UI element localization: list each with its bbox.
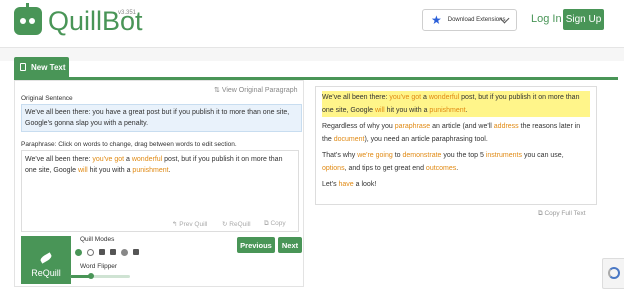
word-flipper-label: Word Flipper xyxy=(80,263,118,270)
prev-quill-label: Prev Quill xyxy=(179,221,208,228)
login-link[interactable]: Log In xyxy=(531,13,562,25)
lock-icon xyxy=(110,249,116,255)
new-text-tab[interactable]: New Text xyxy=(14,57,69,77)
output-paragraph: Regardless of why you paraphrase an arti… xyxy=(322,120,590,146)
original-sentence-label: Original Sentence xyxy=(21,95,73,102)
prev-quill-button[interactable]: ↰ Prev Quill xyxy=(172,220,207,228)
download-extensions-label: Download Extensions xyxy=(447,17,506,23)
copy-button[interactable]: ⧉ Copy xyxy=(264,220,286,228)
paraphrase-text: We've all been there: xyxy=(25,156,93,163)
copy-label: Copy xyxy=(270,220,286,227)
output-text: ), you need an article paraphrasing tool… xyxy=(364,136,488,143)
output-text: That's why xyxy=(322,152,358,159)
changed-word[interactable]: will xyxy=(78,167,88,174)
requill-button[interactable]: ReQuill xyxy=(21,236,71,284)
mode-standard-radio[interactable] xyxy=(75,249,82,256)
view-original-label: View Original Paragraph xyxy=(221,87,298,94)
output-text: . xyxy=(456,165,459,172)
changed-word[interactable]: demonstrate xyxy=(403,152,442,159)
swap-icon: ⇅ xyxy=(214,87,222,94)
lock-icon xyxy=(99,249,105,255)
changed-word[interactable]: wonderful xyxy=(132,156,162,163)
changed-word[interactable]: wonderful xyxy=(429,94,459,101)
quill-modes-label: Quill Modes xyxy=(80,236,115,243)
copy-full-text-button[interactable]: ⧉ Copy Full Text xyxy=(538,210,586,218)
changed-word[interactable]: options xyxy=(322,165,345,172)
changed-word[interactable]: outcomes xyxy=(426,165,456,172)
requill-tool-button[interactable]: ↻ ReQuill xyxy=(222,220,251,228)
output-paragraph: That's why we're going to demonstrate yo… xyxy=(322,149,590,175)
word-flipper-knob[interactable] xyxy=(88,273,94,279)
version-label: v3.351 xyxy=(118,10,137,16)
view-original-paragraph-link[interactable]: ⇅ View Original Paragraph xyxy=(214,86,298,94)
changed-word[interactable]: we're going xyxy=(357,152,393,159)
signup-button[interactable]: Sign Up xyxy=(563,9,604,30)
document-icon xyxy=(20,63,26,71)
output-text: you can use, xyxy=(522,152,564,159)
feather-icon xyxy=(39,252,53,264)
paraphrase-text: hit you with a xyxy=(87,167,133,174)
recaptcha-badge-icon[interactable] xyxy=(602,258,624,289)
original-sentence-box: We've all been there: you have a great p… xyxy=(21,104,302,132)
output-text: a xyxy=(421,94,429,101)
output-paragraph: Let's have a look! xyxy=(322,178,590,191)
new-text-label: New Text xyxy=(31,62,66,72)
output-full-text-panel[interactable]: We've all been there: you've got a wonde… xyxy=(315,86,597,205)
changed-word[interactable]: punishment xyxy=(132,167,168,174)
output-text: We've all been there: xyxy=(322,94,390,101)
paraphrase-output-box[interactable]: We've all been there: you've got a wonde… xyxy=(21,150,299,232)
paraphrase-text: a xyxy=(124,156,132,163)
changed-word[interactable]: you've got xyxy=(389,94,421,101)
mode-fluency-radio[interactable] xyxy=(87,249,94,256)
requill-button-label: ReQuill xyxy=(31,268,61,278)
output-text: . xyxy=(465,107,468,114)
quillbot-logo-icon[interactable] xyxy=(14,3,42,35)
lock-icon xyxy=(133,249,139,255)
changed-word[interactable]: you've got xyxy=(92,156,124,163)
output-text: Let's xyxy=(322,181,339,188)
word-flipper-slider[interactable] xyxy=(70,273,130,279)
changed-word[interactable]: will xyxy=(375,107,385,114)
mode-locked-radio[interactable] xyxy=(121,249,128,256)
requill-tool-label: ReQuill xyxy=(229,221,251,228)
copy-full-text-label: Copy Full Text xyxy=(544,210,586,217)
output-text: you the top 5 xyxy=(441,152,486,159)
paraphrase-text: . xyxy=(168,167,171,174)
paraphrase-instructions: Paraphrase: Click on words to change, dr… xyxy=(21,141,237,148)
changed-word[interactable]: instruments xyxy=(486,152,522,159)
header-stripe xyxy=(0,48,624,61)
top-bar: QuillBot v3.351 ★ Download Extensions Lo… xyxy=(0,0,624,48)
output-text: to xyxy=(392,152,403,159)
star-icon: ★ xyxy=(431,13,442,27)
changed-word[interactable]: punishment xyxy=(429,107,465,114)
output-paragraph: We've all been there: you've got a wonde… xyxy=(322,91,590,117)
changed-word[interactable]: document xyxy=(334,136,365,143)
previous-button[interactable]: Previous xyxy=(237,237,275,253)
output-text: a look! xyxy=(353,181,377,188)
output-text: Regardless of why you xyxy=(322,123,395,130)
output-text: , and tips to get great end xyxy=(344,165,426,172)
changed-word[interactable]: paraphrase xyxy=(395,123,430,130)
output-text: hit you with a xyxy=(384,107,430,114)
changed-word[interactable]: address xyxy=(494,123,519,130)
output-text: an article (and we'll xyxy=(430,123,494,130)
download-extensions-button[interactable]: ★ Download Extensions xyxy=(422,9,517,31)
changed-word[interactable]: have xyxy=(339,181,354,188)
next-button[interactable]: Next xyxy=(278,237,302,253)
